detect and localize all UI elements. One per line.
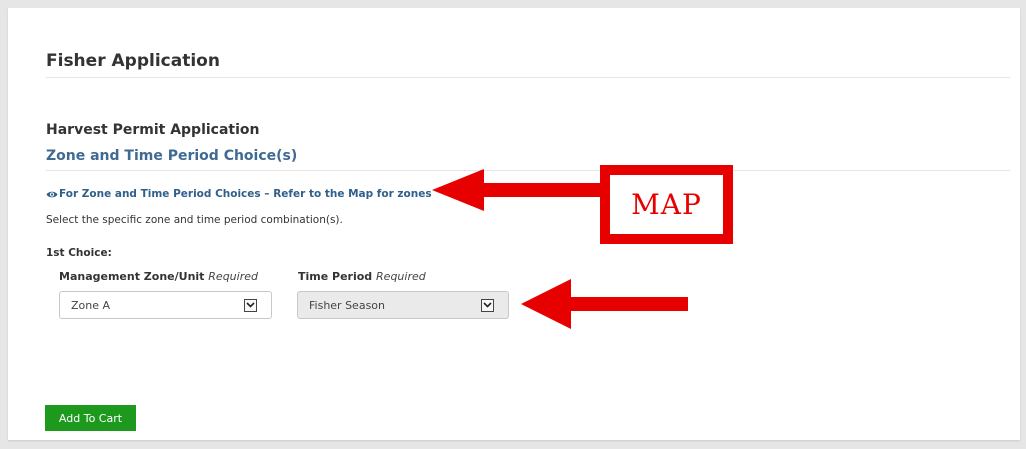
add-to-cart-button[interactable]: Add To Cart	[45, 405, 136, 431]
page-title: Fisher Application	[46, 51, 220, 71]
map-link-label: For Zone and Time Period Choices – Refer…	[59, 188, 432, 200]
map-annotation-box: MAP	[600, 165, 733, 244]
time-field-label: Time Period Required	[298, 270, 426, 283]
choice-label: 1st Choice:	[46, 247, 112, 259]
section-title: Harvest Permit Application	[46, 122, 260, 138]
arrow-to-time-period	[521, 279, 688, 329]
zone-required-text: Required	[208, 270, 258, 283]
zone-field-label: Management Zone/Unit Required	[59, 270, 258, 283]
zone-select-value: Zone A	[71, 298, 111, 312]
instruction-text: Select the specific zone and time period…	[46, 214, 343, 226]
application-panel: Fisher Application Harvest Permit Applic…	[8, 8, 1020, 440]
time-period-select[interactable]: Fisher Season	[297, 291, 509, 319]
time-select-value: Fisher Season	[309, 298, 385, 312]
map-link[interactable]: For Zone and Time Period Choices – Refer…	[46, 188, 432, 200]
chevron-down-icon[interactable]	[244, 298, 257, 312]
title-divider	[46, 77, 1010, 78]
eye-icon	[46, 191, 58, 197]
zone-select[interactable]: Zone A	[59, 291, 272, 319]
time-label-text: Time Period	[298, 270, 373, 283]
map-annotation-label: MAP	[631, 187, 702, 221]
time-required-text: Required	[376, 270, 426, 283]
section-subtitle: Zone and Time Period Choice(s)	[46, 148, 298, 164]
zone-label-text: Management Zone/Unit	[59, 270, 205, 283]
arrow-to-map-link	[432, 169, 602, 211]
chevron-down-icon[interactable]	[481, 298, 494, 312]
